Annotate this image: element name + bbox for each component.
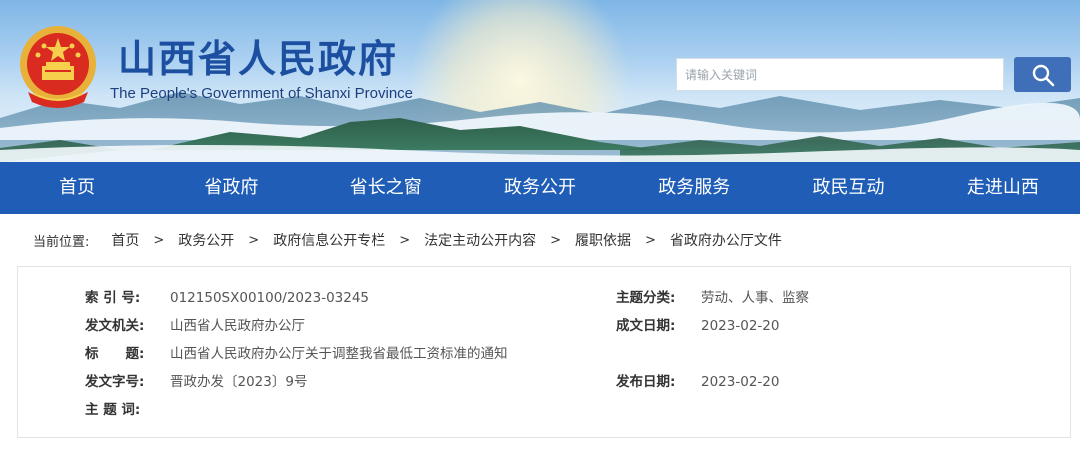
created-date-label: 成文日期: <box>616 318 676 334</box>
nav-item-government-affairs-disclosure[interactable]: 政务公开 <box>463 162 617 214</box>
info-row-title: 标 题: 山西省人民政府办公厅关于调整我省最低工资标准的通知 <box>18 340 1070 368</box>
info-row-docno: 发文字号: 晋政办发〔2023〕9号 发布日期: 2023-02-20 <box>18 368 1070 396</box>
document-number-label: 发文字号: <box>85 374 145 390</box>
issuer-value: 山西省人民政府办公厅 <box>170 318 305 334</box>
issuer-label: 发文机关: <box>85 318 145 334</box>
breadcrumb-item-disclosure[interactable]: 政务公开 <box>178 230 234 250</box>
document-info-panel: 索 引 号: 012150SX00100/2023-03245 主题分类: 劳动… <box>17 266 1071 438</box>
topic-label: 主题分类: <box>616 290 676 306</box>
nav-item-about-shanxi[interactable]: 走进山西 <box>926 162 1080 214</box>
nav-item-public-interaction[interactable]: 政民互动 <box>771 162 925 214</box>
topic-value: 劳动、人事、监察 <box>701 290 809 306</box>
document-number-value: 晋政办发〔2023〕9号 <box>170 374 308 390</box>
published-date-value: 2023-02-20 <box>701 374 780 390</box>
title-value: 山西省人民政府办公厅关于调整我省最低工资标准的通知 <box>170 346 508 362</box>
breadcrumb-item-info-column[interactable]: 政府信息公开专栏 <box>273 230 385 250</box>
breadcrumb-separator: > <box>399 232 411 248</box>
nav-item-provincial-government[interactable]: 省政府 <box>154 162 308 214</box>
breadcrumb-separator: > <box>645 232 656 248</box>
magnifier-icon <box>1032 64 1054 86</box>
search-button[interactable] <box>1014 57 1071 92</box>
index-value: 012150SX00100/2023-03245 <box>170 290 370 306</box>
published-date-label: 发布日期: <box>616 374 676 390</box>
nav-item-government-services[interactable]: 政务服务 <box>617 162 771 214</box>
title-label: 标 题: <box>85 346 145 362</box>
info-row-index: 索 引 号: 012150SX00100/2023-03245 主题分类: 劳动… <box>18 284 1070 312</box>
main-nav: 首页 省政府 省长之窗 政务公开 政务服务 政民互动 走进山西 <box>0 162 1080 214</box>
breadcrumb-item-home[interactable]: 首页 <box>111 230 139 250</box>
search-input[interactable] <box>676 58 1004 91</box>
info-row-issuer: 发文机关: 山西省人民政府办公厅 成文日期: 2023-02-20 <box>18 312 1070 340</box>
header-banner: 山西省人民政府 The People's Government of Shanx… <box>0 0 1080 162</box>
national-emblem-icon <box>20 26 96 108</box>
breadcrumb-separator: > <box>248 232 260 248</box>
nav-item-governor-window[interactable]: 省长之窗 <box>309 162 463 214</box>
keywords-label: 主 题 词: <box>85 402 141 418</box>
created-date-value: 2023-02-20 <box>701 318 780 334</box>
site-title: 山西省人民政府 <box>118 36 399 81</box>
info-row-keywords: 主 题 词: <box>18 396 1070 424</box>
breadcrumb: 当前位置: 首页 > 政务公开 > 政府信息公开专栏 > 法定主动公开内容 > … <box>0 214 1080 266</box>
breadcrumb-item-statutory-content[interactable]: 法定主动公开内容 <box>424 230 536 250</box>
breadcrumb-item-duty-basis[interactable]: 履职依据 <box>575 230 631 250</box>
breadcrumb-separator: > <box>550 232 562 248</box>
breadcrumb-item-office-documents[interactable]: 省政府办公厅文件 <box>670 230 782 250</box>
breadcrumb-prefix: 当前位置: <box>33 234 90 250</box>
site-subtitle: The People's Government of Shanxi Provin… <box>110 85 414 102</box>
breadcrumb-separator: > <box>153 232 165 248</box>
index-label: 索 引 号: <box>85 290 141 306</box>
nav-item-home[interactable]: 首页 <box>0 162 154 214</box>
